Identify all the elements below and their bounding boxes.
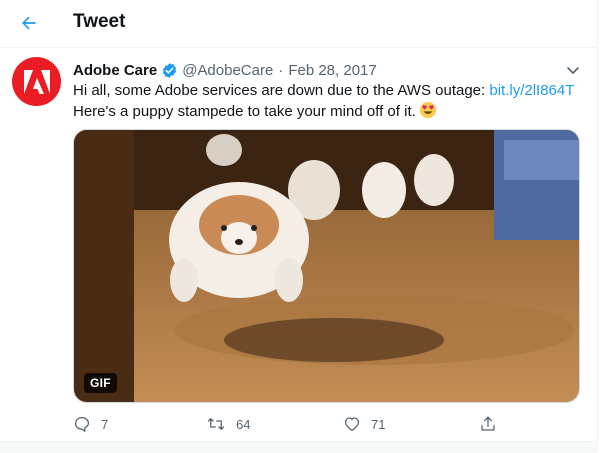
heart-eyes-emoji-icon [419,101,437,125]
like-count: 71 [371,416,386,432]
author-name[interactable]: Adobe Care [73,62,157,79]
adobe-logo-icon [23,69,50,94]
back-button[interactable] [14,8,44,38]
author-handle[interactable]: @AdobeCare [182,62,273,79]
tweet-text-line2: Here's a puppy stampede to take your min… [73,103,416,120]
tweet-text: Hi all, some Adobe services are down due… [73,81,583,125]
reply-button[interactable]: 7 [73,414,108,434]
tweet-actions: 7 64 71 [73,414,503,434]
gif-media[interactable]: GIF [73,129,580,403]
puppy-gif-image [74,130,579,402]
page-header: Tweet [0,0,597,48]
like-button[interactable]: 71 [343,414,385,434]
tweet-date[interactable]: Feb 28, 2017 [288,62,376,79]
column-divider [597,0,598,452]
page-title: Tweet [73,11,126,32]
like-icon [344,417,360,432]
retweet-count: 64 [236,416,251,432]
share-button[interactable] [479,414,507,434]
separator-dot: · [278,61,284,79]
retweet-icon [207,418,225,430]
retweet-button[interactable]: 64 [206,414,250,434]
share-icon [481,416,495,431]
avatar[interactable] [12,57,61,106]
bottom-divider [0,441,597,453]
reply-icon [74,416,90,432]
chevron-down-icon [567,67,579,74]
reply-count: 7 [101,416,109,432]
more-options-button[interactable] [565,62,581,78]
gif-badge: GIF [84,373,117,393]
back-arrow-icon [22,16,36,30]
tweet-link[interactable]: bit.ly/2lI864T [489,82,574,99]
verified-badge-icon [161,62,178,79]
tweet-header: Adobe Care @AdobeCare · Feb 28, 2017 [73,60,377,80]
tweet-text-line1: Hi all, some Adobe services are down due… [73,82,490,99]
